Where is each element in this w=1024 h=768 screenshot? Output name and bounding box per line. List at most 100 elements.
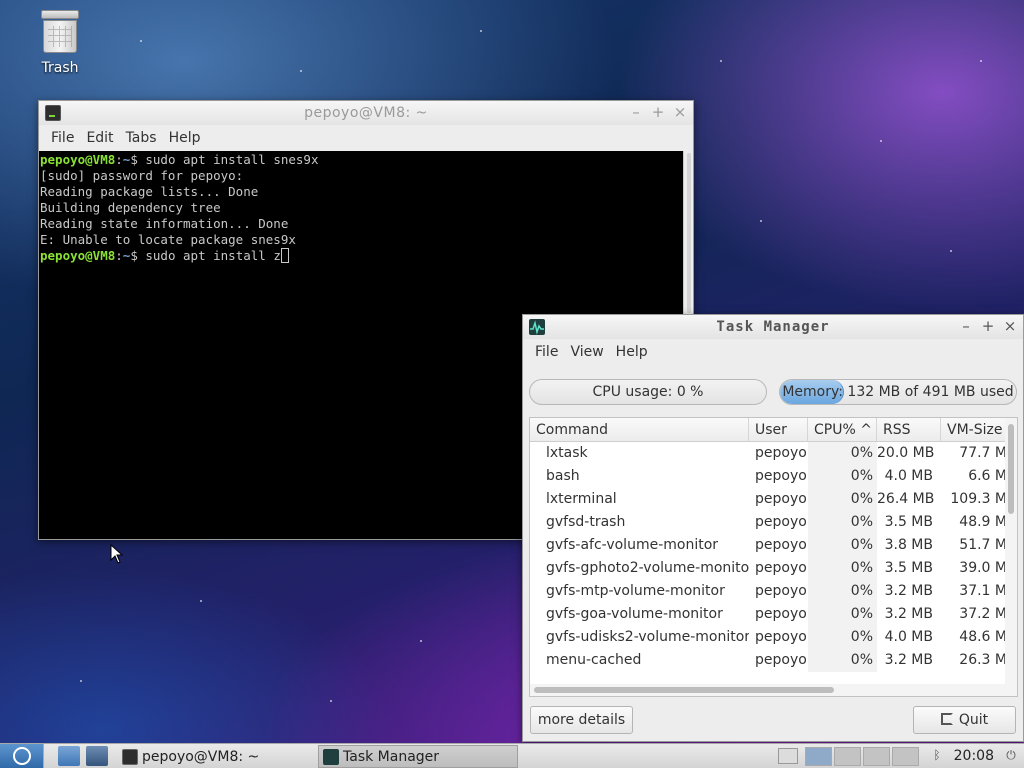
process-table-hscrollbar[interactable] [530, 684, 1006, 696]
cell-rss: 4.0 MB [884, 629, 933, 645]
process-rows: lxtask pepoyo 0% 20.0 MB 77.7 Mbash pepoyo 0% 4… [530, 442, 1017, 672]
menu-file[interactable]: File [529, 344, 564, 360]
terminal-line: sudo apt install snes9x [137, 152, 319, 167]
terminal-line: sudo apt install z [137, 248, 281, 263]
bluetooth-icon[interactable]: ᛒ [930, 748, 944, 764]
close-button[interactable]: × [671, 103, 689, 121]
process-table-vscrollbar[interactable] [1005, 418, 1017, 696]
cell-cpu: 0% [808, 534, 877, 557]
cell-cpu: 0% [808, 488, 877, 511]
menu-help[interactable]: Help [610, 344, 654, 360]
task-manager-window[interactable]: Task Manager – + × File View Help CPU us… [522, 314, 1024, 742]
menu-help[interactable]: Help [163, 130, 207, 146]
cell-rss: 26.4 MB [877, 491, 935, 507]
cell-rss: 4.0 MB [884, 468, 933, 484]
terminal-titlebar[interactable]: pepoyo@VM8: ~ – + × [39, 101, 693, 125]
table-row[interactable]: lxtask pepoyo 0% 20.0 MB 77.7 M [530, 442, 1017, 465]
terminal-line: Building dependency tree [40, 200, 221, 215]
cell-vm: 51.7 M [959, 537, 1007, 553]
task-manager-titlebar[interactable]: Task Manager – + × [523, 315, 1023, 339]
cell-cpu: 0% [808, 557, 877, 580]
file-manager-launcher-icon[interactable] [58, 746, 80, 766]
menu-edit[interactable]: Edit [80, 130, 119, 146]
cell-user: pepoyo [755, 583, 807, 599]
cell-cpu: 0% [808, 511, 877, 534]
workspace-4[interactable] [892, 747, 919, 766]
minimize-button[interactable]: – [627, 103, 645, 121]
terminal-line: Reading state information... Done [40, 216, 289, 231]
terminal-line: Reading package lists... Done [40, 184, 259, 199]
cpu-usage-bar: CPU usage: 0 % [529, 379, 767, 405]
cell-cpu: 0% [808, 442, 877, 465]
table-row[interactable]: bash pepoyo 0% 4.0 MB 6.6 M [530, 465, 1017, 488]
cell-cmd: gvfs-afc-volume-monitor [546, 537, 719, 553]
cell-rss: 20.0 MB [877, 445, 935, 461]
cell-vm: 48.9 M [959, 514, 1007, 530]
cell-cmd: gvfs-udisks2-volume-monitor [546, 629, 749, 645]
table-row[interactable]: gvfs-gphoto2-volume-monitor pepoyo 0% 3.5 M… [530, 557, 1017, 580]
notes-icon[interactable] [778, 748, 798, 764]
cell-cpu: 0% [808, 580, 877, 603]
close-button[interactable]: × [1001, 317, 1019, 335]
cell-cpu: 0% [808, 603, 877, 626]
cell-rss: 3.2 MB [884, 583, 933, 599]
workspace-pager[interactable] [805, 747, 919, 766]
minimize-button[interactable]: – [957, 317, 975, 335]
memory-usage-text: Memory: 132 MB of 491 MB used [782, 384, 1014, 400]
process-table-header: Command User CPU% ^ RSS VM-Size [530, 418, 1017, 442]
table-row[interactable]: gvfs-udisks2-volume-monitor pepoyo 0% 4.0 M… [530, 626, 1017, 649]
cell-cpu: 0% [808, 465, 877, 488]
cell-vm: 6.6 M [968, 468, 1007, 484]
cell-vm: 26.3 M [959, 652, 1007, 668]
cell-vm: 48.6 M [959, 629, 1007, 645]
terminal-title: pepoyo@VM8: ~ [304, 105, 428, 121]
menu-file[interactable]: File [45, 130, 80, 146]
cell-user: pepoyo [755, 537, 807, 553]
task-manager-icon [529, 319, 545, 335]
cell-cpu: 0% [808, 649, 877, 672]
column-command[interactable]: Command [530, 418, 749, 441]
prompt-dollar: $ [130, 248, 138, 263]
column-vm-size[interactable]: VM-Size [941, 418, 1007, 441]
table-row[interactable]: lxterminal pepoyo 0% 26.4 MB 109.3 M [530, 488, 1017, 511]
cell-user: pepoyo [755, 491, 807, 507]
table-row[interactable]: menu-cached pepoyo 0% 3.2 MB 26.3 M [530, 649, 1017, 672]
table-row[interactable]: gvfs-goa-volume-monitor pepoyo 0% 3.2 MB 37.… [530, 603, 1017, 626]
column-cpu[interactable]: CPU% ^ [808, 418, 877, 441]
process-table[interactable]: Command User CPU% ^ RSS VM-Size lxtask pe… [529, 417, 1018, 697]
cell-rss: 3.5 MB [884, 560, 933, 576]
taskbar-item-terminal[interactable]: pepoyo@VM8: ~ [118, 745, 316, 768]
workspace-3[interactable] [863, 747, 890, 766]
menu-tabs[interactable]: Tabs [120, 130, 163, 146]
task-manager-title: Task Manager [716, 319, 830, 335]
maximize-button[interactable]: + [979, 317, 997, 335]
mouse-pointer-icon [110, 544, 124, 564]
workspace-1[interactable] [805, 747, 832, 766]
cell-cmd: bash [546, 468, 580, 484]
taskbar-item-task-manager[interactable]: Task Manager [318, 745, 518, 768]
prompt-dollar: $ [130, 152, 138, 167]
cell-user: pepoyo [755, 629, 807, 645]
cell-vm: 109.3 M [950, 491, 1007, 507]
start-menu-button[interactable] [0, 744, 44, 768]
column-user[interactable]: User [749, 418, 808, 441]
more-details-button[interactable]: more details [530, 706, 633, 734]
desktop-launcher-icon[interactable] [86, 746, 108, 766]
cell-user: pepoyo [755, 514, 807, 530]
table-row[interactable]: gvfsd-trash pepoyo 0% 3.5 MB 48.9 M [530, 511, 1017, 534]
column-rss[interactable]: RSS [877, 418, 941, 441]
power-icon[interactable]: ⏻ [1004, 748, 1018, 764]
quit-button[interactable]: Quit [913, 706, 1016, 734]
table-row[interactable]: gvfs-afc-volume-monitor pepoyo 0% 3.8 MB 51.… [530, 534, 1017, 557]
table-row[interactable]: gvfs-mtp-volume-monitor pepoyo 0% 3.2 MB 37.… [530, 580, 1017, 603]
taskbar-item-label: pepoyo@VM8: ~ [142, 748, 260, 765]
prompt-sep: : [115, 152, 123, 167]
desktop-trash[interactable]: Trash [22, 10, 98, 76]
terminal-menubar: File Edit Tabs Help [39, 125, 693, 151]
clock[interactable]: 20:08 [954, 744, 994, 768]
maximize-button[interactable]: + [649, 103, 667, 121]
workspace-2[interactable] [834, 747, 861, 766]
menu-view[interactable]: View [564, 344, 609, 360]
taskbar-item-label: Task Manager [343, 748, 440, 765]
quit-icon [940, 713, 953, 725]
